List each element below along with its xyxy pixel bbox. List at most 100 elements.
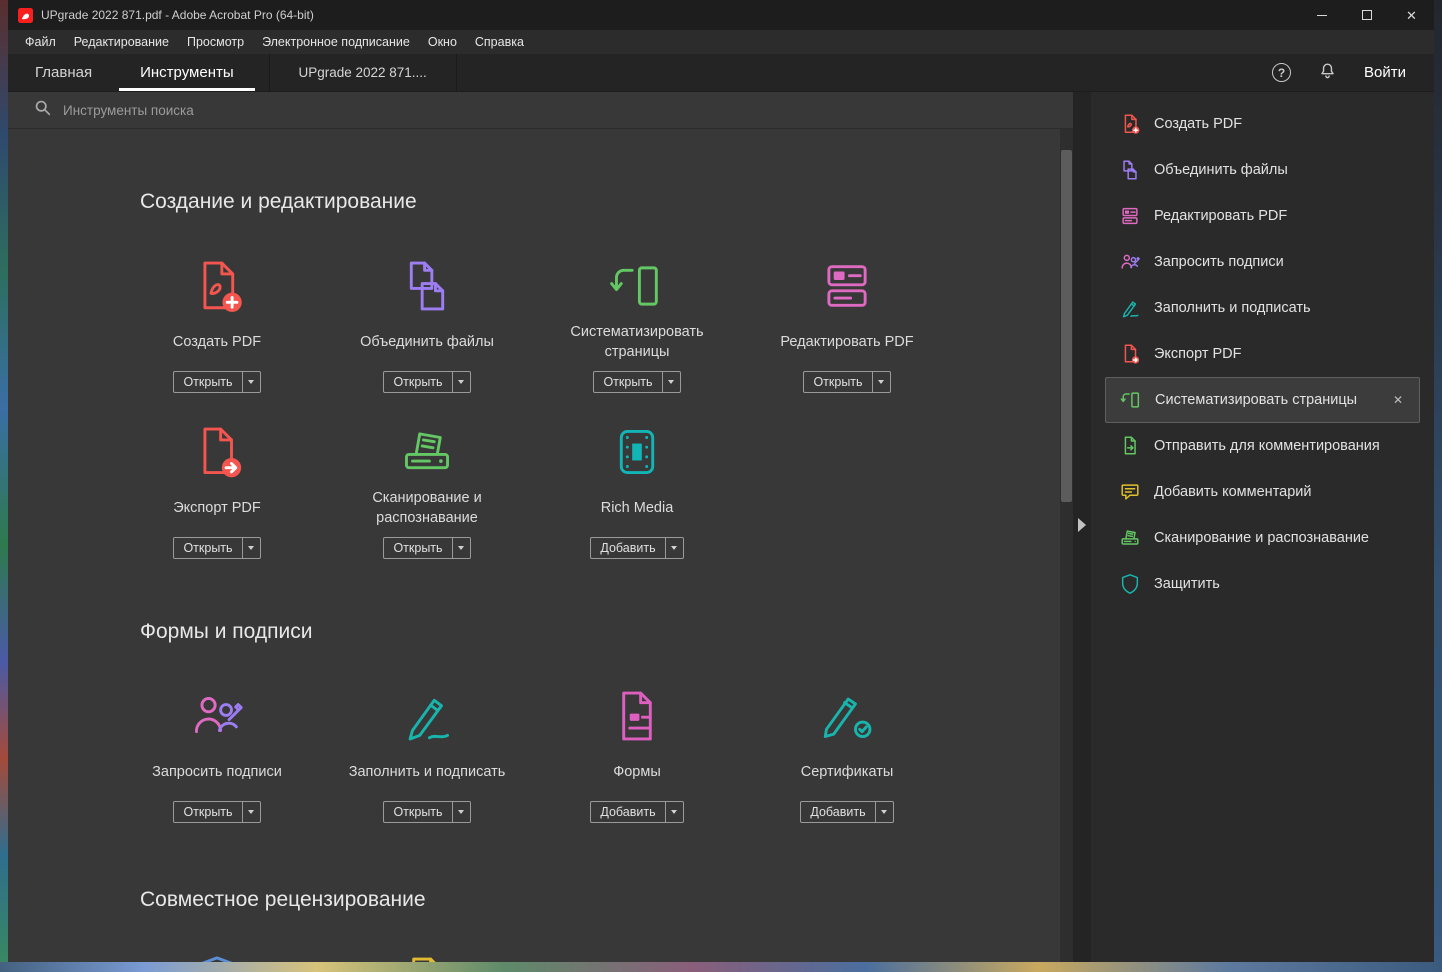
sidebar-item-fill-sign[interactable]: Заполнить и подписать: [1091, 285, 1434, 331]
menu-help[interactable]: Справка: [466, 30, 533, 54]
tool-card-rich-media: Rich Media Добавить: [532, 423, 742, 589]
dropdown-arrow-icon[interactable]: [662, 372, 680, 392]
section-title-shared-review: Совместное рецензирование: [140, 887, 1073, 913]
menu-view[interactable]: Просмотр: [178, 30, 253, 54]
sidebar-item-protect[interactable]: Защитить: [1091, 561, 1434, 607]
export-pdf-icon[interactable]: [188, 423, 246, 487]
close-panel-icon[interactable]: ✕: [1389, 391, 1407, 409]
sidebar-item-send-for-comments[interactable]: Отправить для комментирования: [1091, 423, 1434, 469]
dropdown-arrow-icon[interactable]: [665, 538, 683, 558]
dropdown-arrow-icon[interactable]: [242, 538, 260, 558]
open-button[interactable]: Открыть: [173, 371, 260, 393]
sidebar-item-organize-pages[interactable]: Систематизировать страницы ✕: [1105, 377, 1420, 423]
tool-card-export-pdf: Экспорт PDF Открыть: [112, 423, 322, 589]
create-pdf-icon[interactable]: [188, 257, 246, 321]
add-button[interactable]: Добавить: [800, 801, 893, 823]
expand-panel-arrow-icon[interactable]: [1078, 518, 1086, 532]
tool-card-create-pdf: Создать PDF Открыть: [112, 257, 322, 423]
certificates-icon[interactable]: [818, 687, 876, 751]
tab-home[interactable]: Главная: [14, 54, 113, 91]
dropdown-arrow-icon[interactable]: [452, 372, 470, 392]
close-icon: ✕: [1406, 9, 1417, 22]
fill-sign-icon[interactable]: [398, 687, 456, 751]
add-button[interactable]: Добавить: [590, 801, 683, 823]
sidebar-item-request-signatures[interactable]: Запросить подписи: [1091, 239, 1434, 285]
dropdown-arrow-icon[interactable]: [242, 372, 260, 392]
partial-tool-2[interactable]: [322, 953, 532, 962]
dropdown-arrow-icon[interactable]: [875, 802, 893, 822]
menu-file[interactable]: Файл: [16, 30, 65, 54]
tool-card-request-signatures: Запросить подписи Открыть: [112, 687, 322, 853]
add-button[interactable]: Добавить: [590, 537, 683, 559]
tools-grid-create-edit: Создать PDF Открыть Объединить файлы Отк…: [112, 257, 1073, 589]
sidebar-item-label: Редактировать PDF: [1154, 208, 1287, 224]
open-button[interactable]: Открыть: [383, 801, 470, 823]
export-pdf-icon: [1119, 343, 1141, 365]
tool-card-combine-files: Объединить файлы Открыть: [322, 257, 532, 423]
sidebar-item-combine-files[interactable]: Объединить файлы: [1091, 147, 1434, 193]
open-button[interactable]: Открыть: [383, 537, 470, 559]
menu-esign[interactable]: Электронное подписание: [253, 30, 419, 54]
dropdown-arrow-icon[interactable]: [872, 372, 890, 392]
tool-label: Формы: [607, 751, 667, 795]
sidebar-item-label: Экспорт PDF: [1154, 346, 1242, 362]
sidebar-item-edit-pdf[interactable]: Редактировать PDF: [1091, 193, 1434, 239]
open-button[interactable]: Открыть: [593, 371, 680, 393]
maximize-button[interactable]: [1344, 0, 1389, 30]
edit-pdf-icon: [1119, 205, 1141, 227]
open-button[interactable]: Открыть: [803, 371, 890, 393]
panel-collapse-rail: [1073, 92, 1091, 962]
sidebar-item-label: Запросить подписи: [1154, 254, 1284, 270]
desktop-background-strip-left: [0, 0, 8, 972]
tab-document[interactable]: UPgrade 2022 871....: [269, 54, 457, 91]
partial-tool-1[interactable]: [112, 953, 322, 962]
tab-bar: Главная Инструменты UPgrade 2022 871....…: [8, 54, 1434, 92]
partial-document-icon[interactable]: [398, 953, 456, 962]
edit-pdf-icon[interactable]: [818, 257, 876, 321]
tool-label: Сканирование и распознавание: [322, 487, 532, 531]
tools-sidebar: Создать PDF Объединить файлы Редактирова…: [1091, 92, 1434, 962]
dropdown-arrow-icon[interactable]: [452, 802, 470, 822]
search-input[interactable]: [63, 103, 463, 118]
sidebar-item-scan-ocr[interactable]: Сканирование и распознавание: [1091, 515, 1434, 561]
dropdown-arrow-icon[interactable]: [452, 538, 470, 558]
organize-pages-icon[interactable]: [608, 257, 666, 321]
combine-files-icon[interactable]: [398, 257, 456, 321]
sidebar-item-export-pdf[interactable]: Экспорт PDF: [1091, 331, 1434, 377]
scan-ocr-icon[interactable]: [398, 423, 456, 487]
dropdown-arrow-icon[interactable]: [242, 802, 260, 822]
open-button[interactable]: Открыть: [173, 537, 260, 559]
scrollbar-thumb[interactable]: [1061, 150, 1072, 502]
rich-media-icon[interactable]: [608, 423, 666, 487]
tool-card-organize-pages: Систематизировать страницы Открыть: [532, 257, 742, 423]
minimize-button[interactable]: [1299, 0, 1344, 30]
protect-icon: [1119, 573, 1141, 595]
organize-pages-icon: [1120, 389, 1142, 411]
tool-label: Объединить файлы: [354, 321, 500, 365]
content-area: Создание и редактирование Создать PDF От…: [8, 92, 1434, 962]
open-button[interactable]: Открыть: [173, 801, 260, 823]
partial-shield-icon[interactable]: [188, 953, 246, 962]
menu-window[interactable]: Окно: [419, 30, 466, 54]
app-window: UPgrade 2022 871.pdf - Adobe Acrobat Pro…: [8, 0, 1434, 962]
menu-edit[interactable]: Редактирование: [65, 30, 178, 54]
dropdown-arrow-icon[interactable]: [665, 802, 683, 822]
close-button[interactable]: ✕: [1389, 0, 1434, 30]
partial-compare-icon[interactable]: [818, 953, 876, 962]
tab-tools[interactable]: Инструменты: [119, 54, 255, 91]
sidebar-item-create-pdf[interactable]: Создать PDF: [1091, 101, 1434, 147]
forms-icon[interactable]: [608, 687, 666, 751]
tool-card-fill-sign: Заполнить и подписать Открыть: [322, 687, 532, 853]
partial-comment-icon[interactable]: [608, 953, 666, 962]
notifications-bell-icon[interactable]: [1318, 61, 1337, 85]
vertical-scrollbar[interactable]: [1060, 129, 1073, 962]
partial-tool-4[interactable]: [742, 953, 952, 962]
help-icon[interactable]: ?: [1272, 63, 1291, 82]
sidebar-item-add-comment[interactable]: Добавить комментарий: [1091, 469, 1434, 515]
open-button[interactable]: Открыть: [383, 371, 470, 393]
request-signatures-icon[interactable]: [188, 687, 246, 751]
title-bar[interactable]: UPgrade 2022 871.pdf - Adobe Acrobat Pro…: [8, 0, 1434, 30]
tool-label: Систематизировать страницы: [532, 321, 742, 365]
sign-in-button[interactable]: Войти: [1364, 64, 1406, 81]
partial-tool-3[interactable]: [532, 953, 742, 962]
